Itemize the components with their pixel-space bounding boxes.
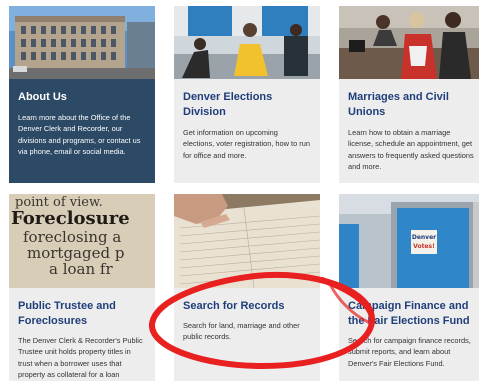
card-public-trustee[interactable]: point of view. Foreclosure foreclosing a…: [9, 194, 155, 381]
card-description: Learn more about the Office of the Denve…: [18, 113, 141, 156]
sign-text: Votes!: [413, 243, 435, 250]
foreclosure-image: point of view. Foreclosure foreclosing a…: [9, 194, 155, 288]
foreclosure-text-line: a loan fr: [49, 260, 113, 278]
card-title[interactable]: Public Trustee and Foreclosures: [9, 299, 155, 329]
card-campaign-finance[interactable]: Denver Votes! Campaign Finance and the F…: [339, 194, 479, 381]
card-description: Search for campaign finance records, sub…: [348, 336, 471, 368]
card-title[interactable]: Denver Elections Division: [174, 90, 320, 120]
card-title[interactable]: Search for Records: [174, 299, 320, 314]
card-description: Learn how to obtain a marriage license, …: [348, 128, 474, 171]
records-image: [174, 194, 320, 288]
foreclosure-text-line: Foreclosure: [11, 208, 130, 229]
card-description: Get information on upcoming elections, v…: [183, 128, 310, 160]
campaign-image: Denver Votes!: [339, 194, 479, 288]
marriages-image: [339, 6, 479, 79]
card-title[interactable]: About Us: [9, 90, 155, 105]
card-search-records[interactable]: Search for Records Search for land, marr…: [174, 194, 320, 381]
sign-text: Denver: [412, 234, 436, 241]
card-description: The Denver Clerk & Recorder's Public Tru…: [18, 336, 143, 379]
card-about-us[interactable]: About Us Learn more about the Office of …: [9, 6, 155, 183]
about-us-image: [9, 6, 155, 79]
card-title[interactable]: Marriages and Civil Unions: [339, 90, 479, 120]
card-title[interactable]: Campaign Finance and the Fair Elections …: [339, 299, 479, 329]
elections-image: [174, 6, 320, 79]
card-description: Search for land, marriage and other publ…: [183, 321, 300, 342]
card-elections-division[interactable]: Denver Elections Division Get informatio…: [174, 6, 320, 183]
card-marriages[interactable]: Marriages and Civil Unions Learn how to …: [339, 6, 479, 183]
